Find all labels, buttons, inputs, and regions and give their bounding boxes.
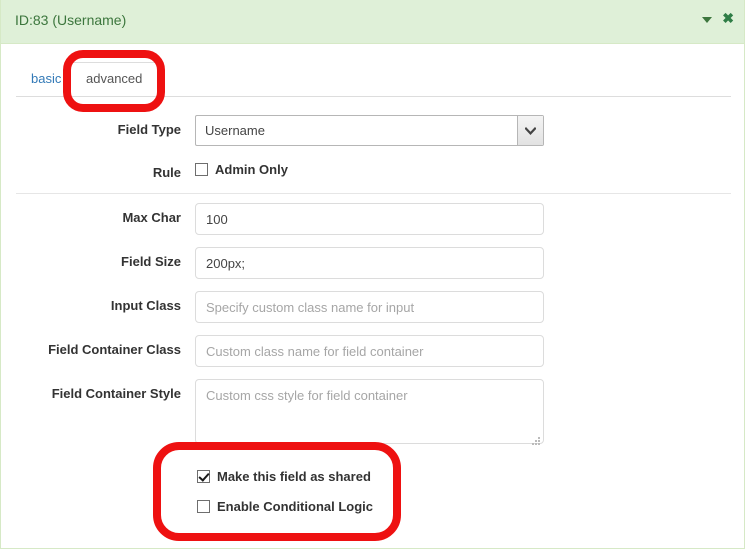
caret-down-icon[interactable] bbox=[702, 17, 713, 23]
row-make-shared: Make this field as shared bbox=[1, 467, 744, 484]
advanced-settings-form: Field Type Username Rule Admin Only Max … bbox=[1, 97, 744, 514]
tab-bar: basic advanced bbox=[1, 44, 744, 97]
field-settings-panel: ID:83 (Username) ✖ basic advanced Field … bbox=[0, 0, 745, 549]
conditional-logic-checkbox[interactable] bbox=[197, 500, 210, 513]
control-field-type: Username bbox=[181, 115, 544, 146]
panel-header: ID:83 (Username) ✖ bbox=[1, 0, 744, 44]
row-field-type: Field Type Username bbox=[1, 115, 744, 146]
row-rule: Rule Admin Only bbox=[1, 158, 744, 180]
label-max-char: Max Char bbox=[122, 210, 181, 225]
tab-advanced[interactable]: advanced bbox=[69, 62, 160, 96]
section-divider bbox=[16, 193, 731, 194]
row-field-container-style: Field Container Style bbox=[1, 379, 744, 449]
control-make-shared: Make this field as shared bbox=[181, 467, 371, 484]
make-shared-checkbox[interactable] bbox=[197, 470, 210, 483]
conditional-logic-label[interactable]: Enable Conditional Logic bbox=[217, 499, 373, 514]
tab-basic[interactable]: basic bbox=[17, 62, 75, 96]
control-max-char bbox=[181, 203, 544, 235]
input-class-input[interactable] bbox=[195, 291, 544, 323]
label-input-class: Input Class bbox=[110, 298, 181, 313]
label-rule: Rule bbox=[152, 165, 181, 180]
control-rule: Admin Only bbox=[181, 158, 288, 177]
make-shared-label[interactable]: Make this field as shared bbox=[217, 469, 371, 484]
label-field-container-class: Field Container Class bbox=[48, 342, 181, 357]
control-conditional-logic: Enable Conditional Logic bbox=[181, 497, 373, 514]
row-field-container-class: Field Container Class bbox=[1, 335, 744, 367]
field-container-class-input[interactable] bbox=[195, 335, 544, 367]
control-field-size bbox=[181, 247, 544, 279]
close-x-icon[interactable]: ✖ bbox=[722, 11, 734, 25]
row-max-char: Max Char bbox=[1, 203, 744, 235]
chevron-down-icon[interactable] bbox=[517, 116, 543, 145]
admin-only-row[interactable]: Admin Only bbox=[195, 162, 288, 177]
conditional-logic-row[interactable]: Enable Conditional Logic bbox=[197, 499, 373, 514]
row-input-class: Input Class bbox=[1, 291, 744, 323]
control-input-class bbox=[181, 291, 544, 323]
admin-only-checkbox[interactable] bbox=[195, 163, 208, 176]
admin-only-label[interactable]: Admin Only bbox=[215, 162, 288, 177]
field-type-select[interactable]: Username bbox=[195, 115, 544, 146]
control-field-container-style bbox=[181, 379, 544, 449]
field-type-select-wrap[interactable]: Username bbox=[195, 115, 544, 146]
make-shared-row[interactable]: Make this field as shared bbox=[197, 469, 371, 484]
label-field-size: Field Size bbox=[121, 254, 181, 269]
panel-title: ID:83 (Username) bbox=[15, 12, 127, 28]
label-field-container-style: Field Container Style bbox=[51, 386, 181, 401]
field-size-input[interactable] bbox=[195, 247, 544, 279]
max-char-input[interactable] bbox=[195, 203, 544, 235]
control-field-container-class bbox=[181, 335, 544, 367]
header-tools: ✖ bbox=[702, 11, 734, 25]
field-container-style-textarea[interactable] bbox=[195, 379, 544, 444]
row-field-size: Field Size bbox=[1, 247, 744, 279]
row-conditional-logic: Enable Conditional Logic bbox=[1, 497, 744, 514]
label-field-type: Field Type bbox=[117, 122, 181, 137]
